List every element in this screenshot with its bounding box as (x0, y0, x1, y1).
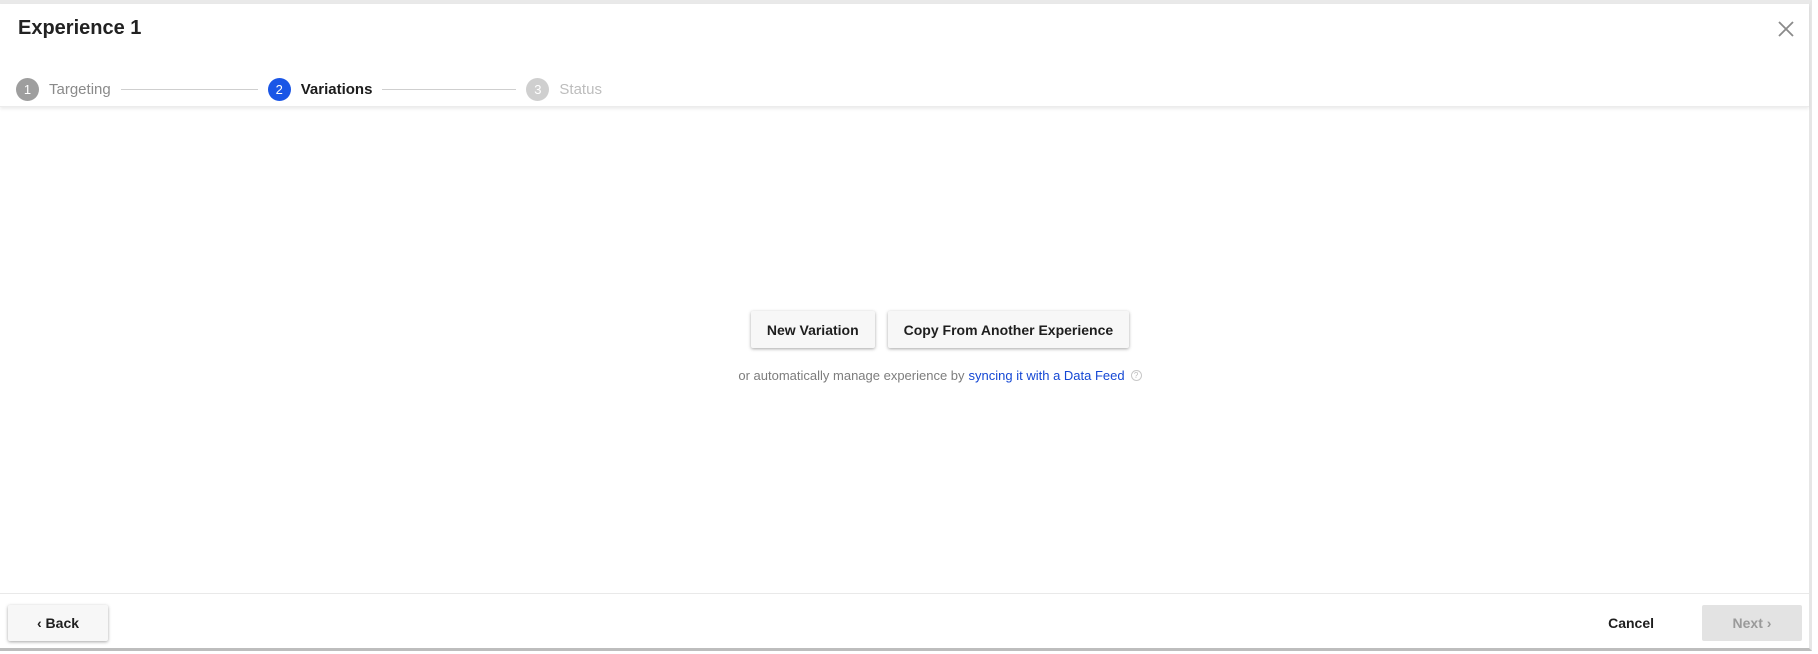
modal-header: Experience 1 1 Targeting 2 Variations 3 … (0, 4, 1809, 107)
data-feed-link[interactable]: syncing it with a Data Feed (969, 368, 1125, 383)
step-number: 2 (267, 77, 291, 101)
step-targeting[interactable]: 1 Targeting (16, 77, 111, 101)
step-number: 1 (16, 77, 39, 101)
step-label: Targeting (49, 80, 111, 98)
next-button[interactable]: Next › (1702, 605, 1802, 641)
page-title: Experience 1 (18, 17, 142, 39)
hint-text: or automatically manage experience by (738, 368, 965, 383)
new-variation-button[interactable]: New Variation (750, 311, 875, 348)
close-icon[interactable] (1773, 16, 1799, 42)
next-label: Next (1732, 615, 1763, 631)
step-status: 3 Status (526, 77, 602, 101)
step-label: Status (559, 80, 602, 98)
step-number: 3 (526, 77, 550, 101)
step-connector (382, 88, 517, 90)
stepper: 1 Targeting 2 Variations 3 Status (16, 77, 602, 101)
info-icon[interactable]: ? (1130, 370, 1142, 381)
experience-modal: Experience 1 1 Targeting 2 Variations 3 … (0, 0, 1812, 651)
step-variations[interactable]: 2 Variations (267, 77, 373, 101)
step-connector (120, 88, 258, 90)
chevron-right-icon: › (1762, 615, 1772, 631)
empty-state: New Variation Copy From Another Experien… (0, 311, 1812, 383)
chevron-left-icon: ‹ (36, 615, 46, 631)
modal-footer: ‹ Back Cancel Next › (0, 593, 1809, 648)
cancel-button[interactable]: Cancel (1598, 605, 1664, 641)
back-label: Back (45, 615, 80, 631)
back-button[interactable]: ‹ Back (8, 605, 108, 641)
data-feed-hint: or automatically manage experience by sy… (738, 368, 1142, 383)
step-label: Variations (300, 80, 373, 98)
empty-state-actions: New Variation Copy From Another Experien… (750, 311, 1130, 348)
copy-from-experience-button[interactable]: Copy From Another Experience (887, 311, 1130, 348)
